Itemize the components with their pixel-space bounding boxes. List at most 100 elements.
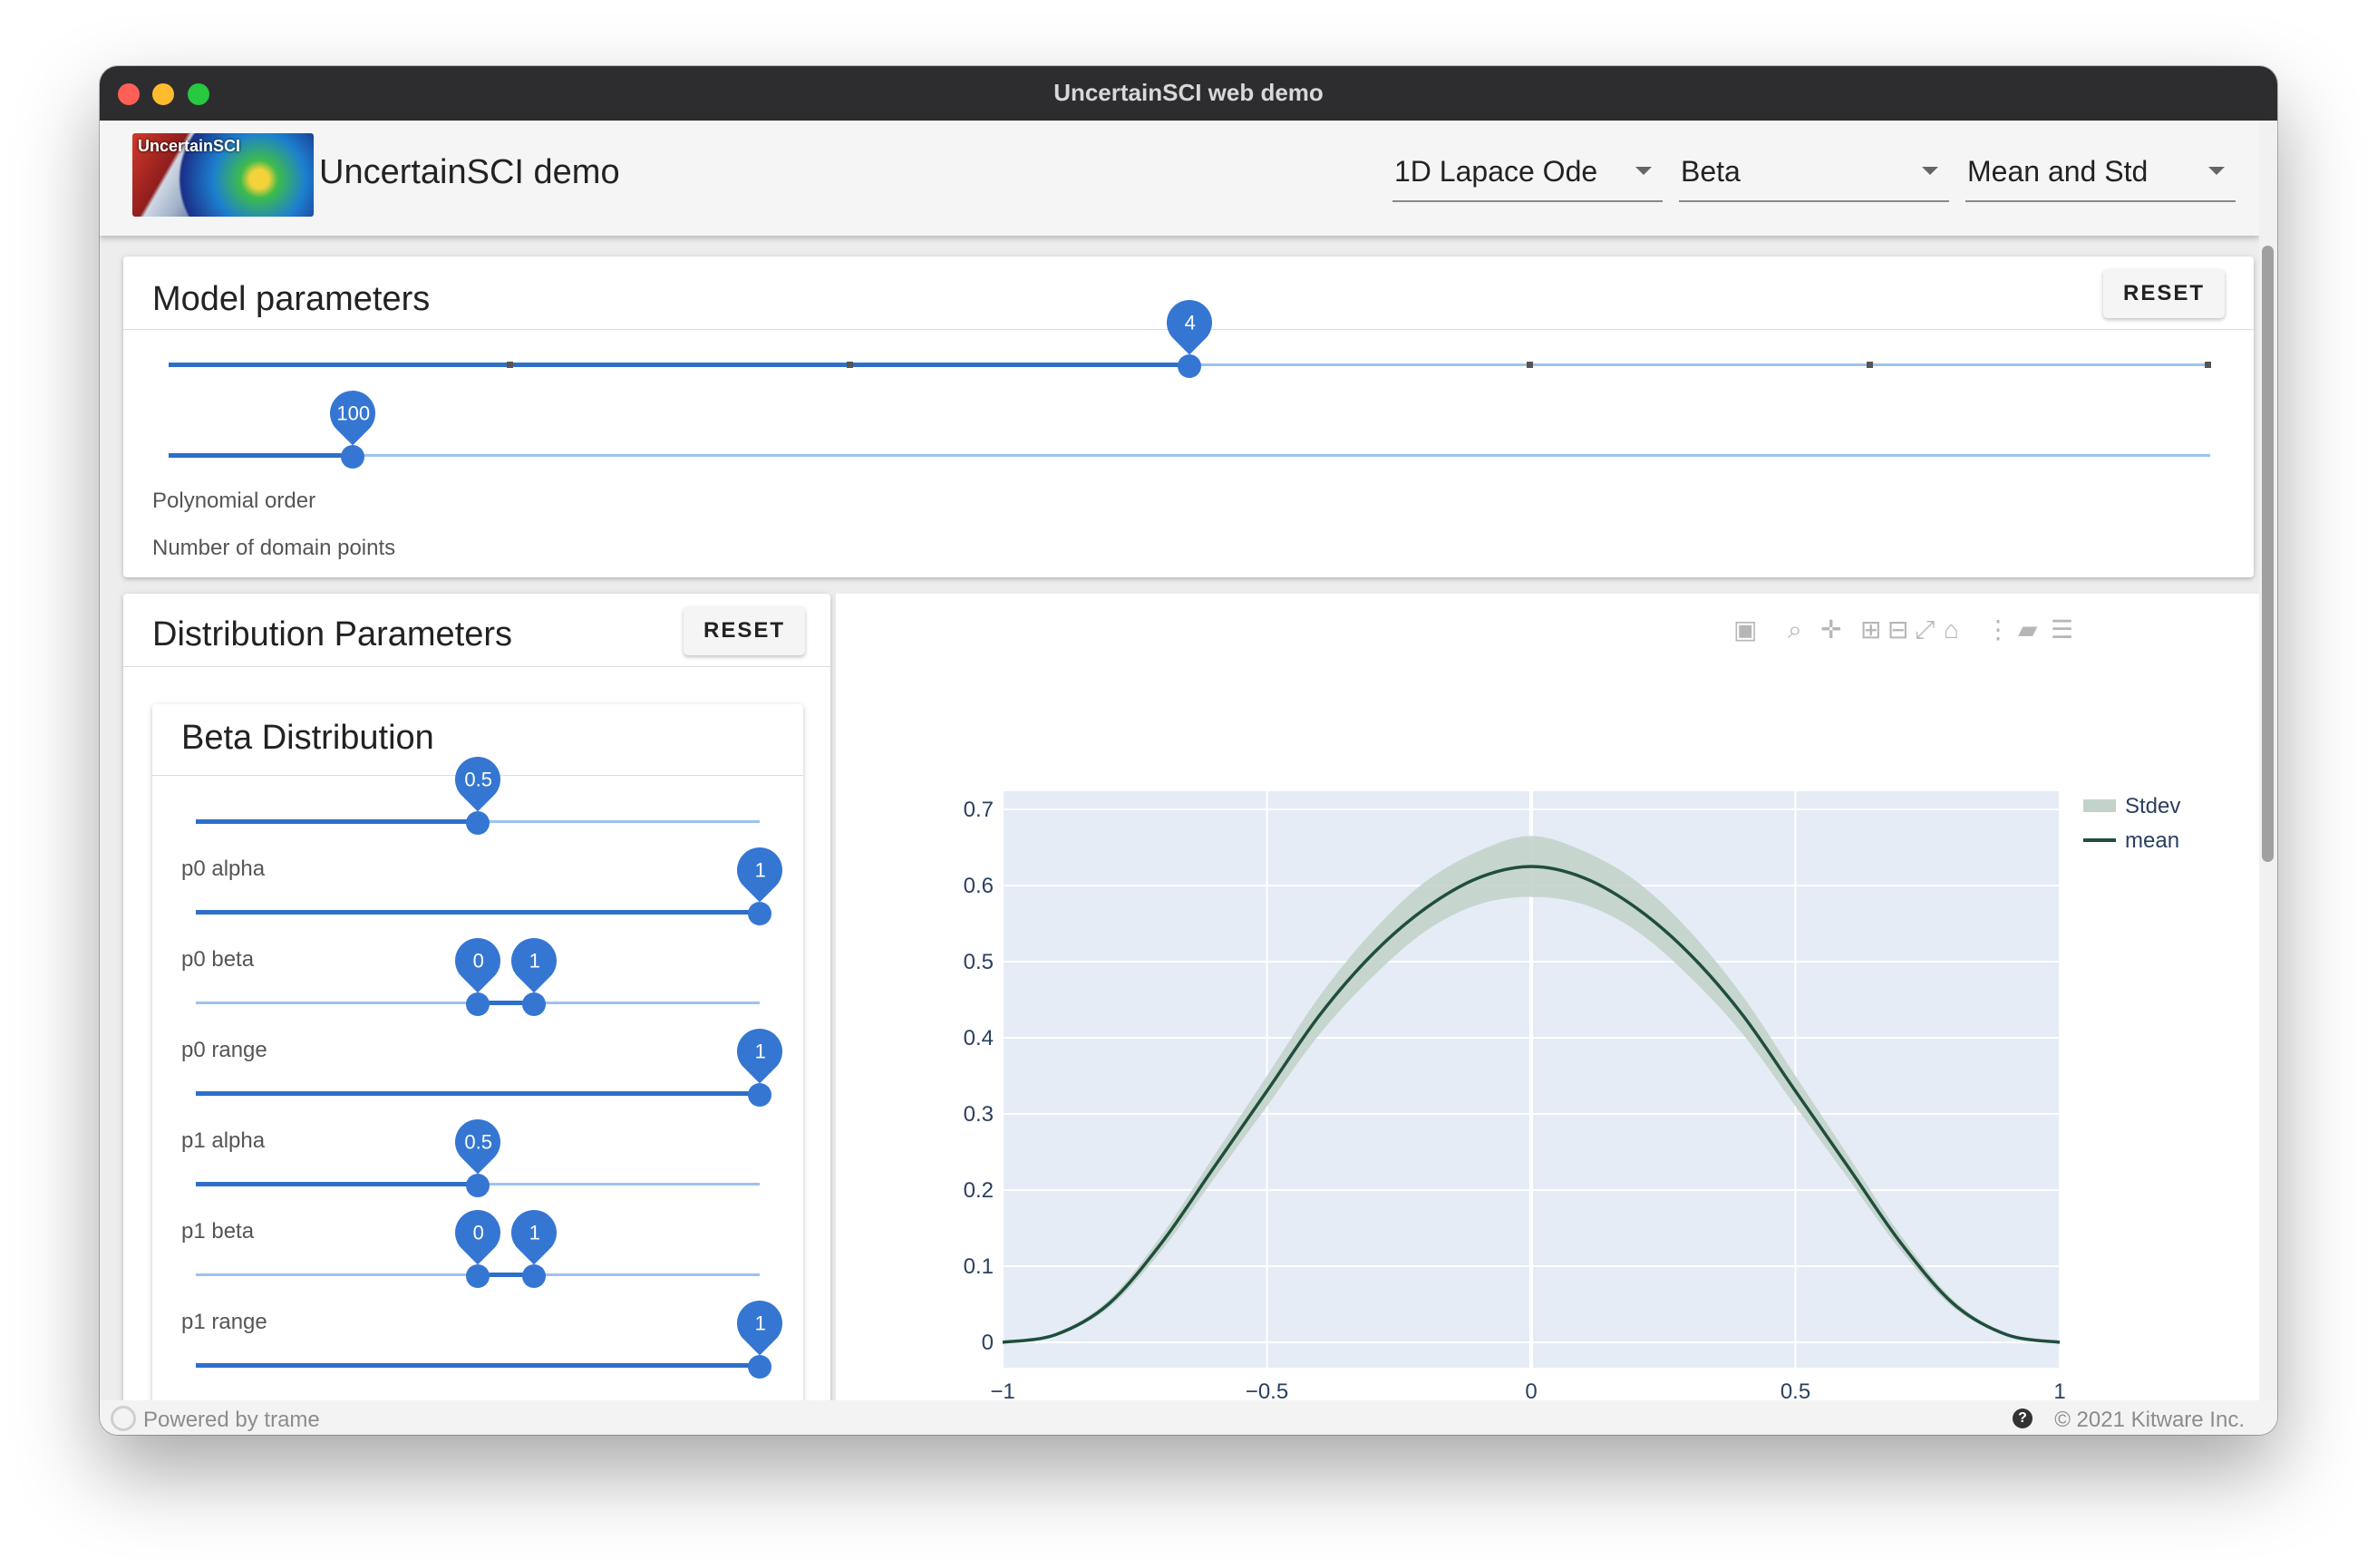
plot-panel: ▣ ⌕ ✛ ⊞ ⊟ ⤢ ⌂ ⋮ ▰ ☰ −1 −0.5 0 0.5 1 0 0.1 0.2 0.3 0.4 0.5 0.… <box>836 594 2259 1400</box>
slider-thumb[interactable] <box>748 902 771 925</box>
app-title: UncertainSCI demo <box>319 153 620 191</box>
divider <box>123 666 830 667</box>
x-tick-label: 0 <box>1525 1379 1537 1400</box>
model-parameters-title: Model parameters <box>152 280 431 318</box>
mean-std-chart[interactable]: −1 −0.5 0 0.5 1 0 0.1 0.2 0.3 0.4 0.5 0.6 0.7 Stdev me… <box>836 594 2259 1400</box>
slider-thumb[interactable] <box>466 1174 490 1197</box>
beta-param-label: p1 beta <box>181 1219 255 1244</box>
slider-track <box>169 454 2210 457</box>
slider-fill <box>196 1091 760 1096</box>
slider-thumb[interactable] <box>748 1355 771 1379</box>
slider-thumb-low[interactable] <box>466 992 490 1016</box>
model-select-value: 1D Lapace Ode <box>1394 155 1598 188</box>
slider-value-pin: 0.5 <box>445 747 510 812</box>
domain-points-slider[interactable]: 100 <box>169 381 2210 483</box>
model-reset-button[interactable]: RESET <box>2103 269 2225 318</box>
beta-param-label: p0 range <box>181 1038 267 1062</box>
slider-tick <box>1527 362 1533 368</box>
beta-param-label: p0 alpha <box>181 857 266 881</box>
slider-value: 0 <box>472 1221 484 1244</box>
x-tick-label: 1 <box>2053 1379 2065 1400</box>
title-bar: UncertainSCI web demo <box>100 66 2277 121</box>
slider-thumb[interactable] <box>340 445 364 469</box>
polynomial-order-label: Polynomial order <box>152 489 316 513</box>
y-tick-label: 0.3 <box>964 1102 994 1127</box>
y-tick-label: 0.2 <box>964 1178 994 1203</box>
model-select[interactable]: 1D Lapace Ode <box>1392 153 1663 202</box>
slider-value: 0.5 <box>464 1130 493 1154</box>
beta-param-slider[interactable]: 1 <box>196 1019 792 1121</box>
slider-value: 100 <box>336 402 370 425</box>
y-tick-label: 0.6 <box>964 874 994 898</box>
slider-value: 1 <box>529 1221 541 1244</box>
beta-param-slider[interactable]: 0.5 <box>196 747 760 849</box>
y-tick-label: 0 <box>982 1331 994 1355</box>
slider-thumb[interactable] <box>466 811 490 835</box>
copyright-text: © 2021 Kitware Inc. <box>2054 1408 2245 1432</box>
x-tick-label: −0.5 <box>1246 1379 1288 1400</box>
help-icon[interactable]: ? <box>2013 1408 2033 1428</box>
y-tick-label: 0.7 <box>964 798 994 822</box>
slider-fill <box>196 910 760 915</box>
output-select-value: Mean and Std <box>1967 155 2149 188</box>
beta-distribution-title: Beta Distribution <box>181 719 434 757</box>
scrollbar[interactable] <box>2259 121 2277 1400</box>
slider-value: 0 <box>472 949 484 973</box>
legend-mean-label: mean <box>2125 828 2179 853</box>
app-toolbar: UncertainSCI UncertainSCI demo 1D Lapace… <box>100 121 2259 236</box>
slider-tick <box>847 362 853 368</box>
distribution-select-value: Beta <box>1681 155 1741 188</box>
distribution-parameters-card: Distribution Parameters RESET Beta Distr… <box>123 594 830 1429</box>
domain-points-label: Number of domain points <box>152 536 396 560</box>
slider-thumb-low[interactable] <box>466 1264 490 1288</box>
window-title: UncertainSCI web demo <box>1053 79 1324 106</box>
slider-thumb-high[interactable] <box>522 1264 547 1288</box>
beta-param-label: p1 range <box>181 1310 267 1334</box>
chevron-down-icon <box>1922 167 1938 175</box>
app-window: UncertainSCI web demo UncertainSCI Uncer… <box>100 66 2277 1435</box>
slider-thumb[interactable] <box>1178 354 1201 378</box>
chevron-down-icon <box>1635 167 1652 175</box>
x-tick-label: −1 <box>990 1379 1014 1400</box>
beta-distribution-card: Beta Distribution 0.5 p0 alpha 1 p0 beta 0 1 p… <box>152 704 803 1429</box>
slider-tick <box>507 362 513 368</box>
slider-value: 1 <box>754 858 766 882</box>
footer: Powered by trame ? © 2021 Kitware Inc. <box>100 1400 2277 1435</box>
distribution-select[interactable]: Beta <box>1679 153 1949 202</box>
slider-thumb-high[interactable] <box>522 992 547 1016</box>
beta-param-label: p1 alpha <box>181 1128 266 1153</box>
beta-param-slider[interactable]: 01 <box>196 1200 760 1302</box>
legend-stdev-label: Stdev <box>2125 794 2180 818</box>
beta-param-slider[interactable]: 1 <box>196 1291 792 1393</box>
slider-fill <box>169 363 1189 367</box>
beta-param-slider[interactable]: 1 <box>196 837 792 940</box>
slider-thumb[interactable] <box>748 1083 771 1107</box>
output-select[interactable]: Mean and Std <box>1965 153 2236 202</box>
slider-tick <box>2205 362 2211 368</box>
chevron-down-icon <box>2208 167 2225 175</box>
slider-value: 1 <box>529 949 541 973</box>
distribution-parameters-title: Distribution Parameters <box>152 615 513 653</box>
beta-param-slider[interactable]: 01 <box>196 928 760 1031</box>
slider-fill <box>196 819 478 824</box>
beta-param-slider[interactable]: 0.5 <box>196 1109 760 1212</box>
y-tick-label: 0.4 <box>964 1026 994 1050</box>
slider-value: 1 <box>754 1312 766 1335</box>
powered-by-text: Powered by trame <box>143 1408 320 1432</box>
scrollbar-thumb[interactable] <box>2262 246 2274 862</box>
slider-fill <box>196 1363 760 1368</box>
slider-value: 4 <box>1184 311 1196 334</box>
legend-stdev-swatch <box>2083 799 2116 812</box>
y-tick-label: 0.1 <box>964 1254 994 1279</box>
model-parameters-card: Model parameters RESET 4 Polynomial orde… <box>123 256 2254 577</box>
status-spinner-icon <box>111 1406 136 1431</box>
slider-value: 0.5 <box>464 768 493 791</box>
slider-value: 1 <box>754 1040 766 1063</box>
slider-tick <box>1867 362 1873 368</box>
slider-fill <box>196 1182 478 1186</box>
uncertainsci-logo: UncertainSCI <box>132 133 314 217</box>
distribution-reset-button[interactable]: RESET <box>684 606 805 655</box>
y-tick-label: 0.5 <box>964 950 994 974</box>
polynomial-order-slider[interactable]: 4 <box>169 290 2211 392</box>
slider-fill <box>169 453 353 458</box>
